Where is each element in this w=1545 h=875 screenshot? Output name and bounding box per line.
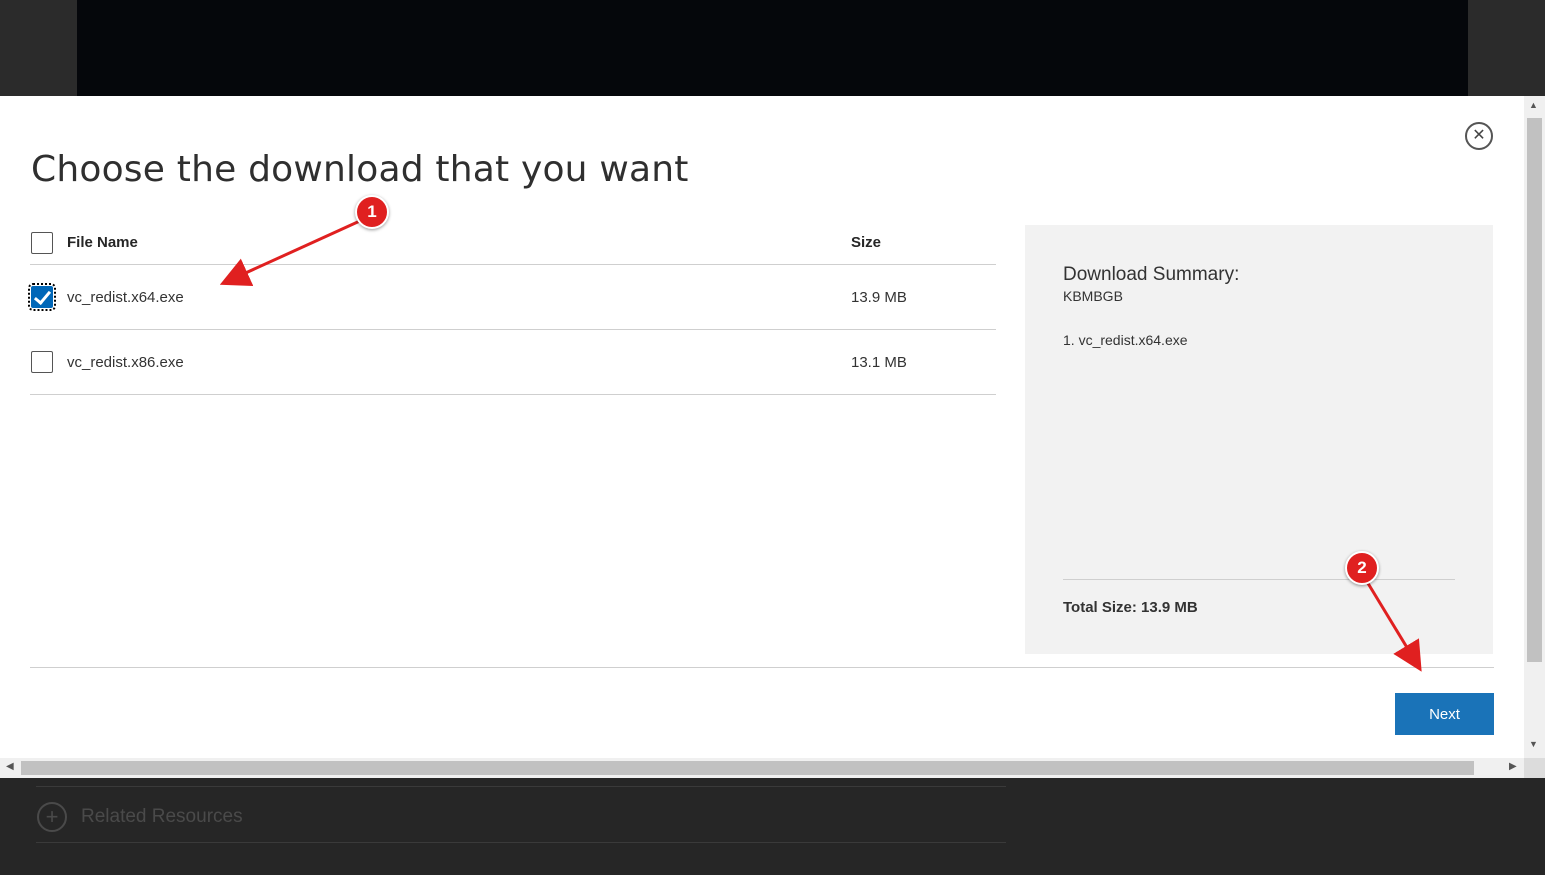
annotation-badge-2: 2 bbox=[1345, 551, 1379, 585]
annotation-arrows bbox=[219, 218, 1422, 672]
annotation-badge-1: 1 bbox=[355, 195, 389, 229]
annotation-arrow-2 bbox=[1364, 579, 1422, 672]
annotation-arrow-1 bbox=[219, 218, 363, 286]
